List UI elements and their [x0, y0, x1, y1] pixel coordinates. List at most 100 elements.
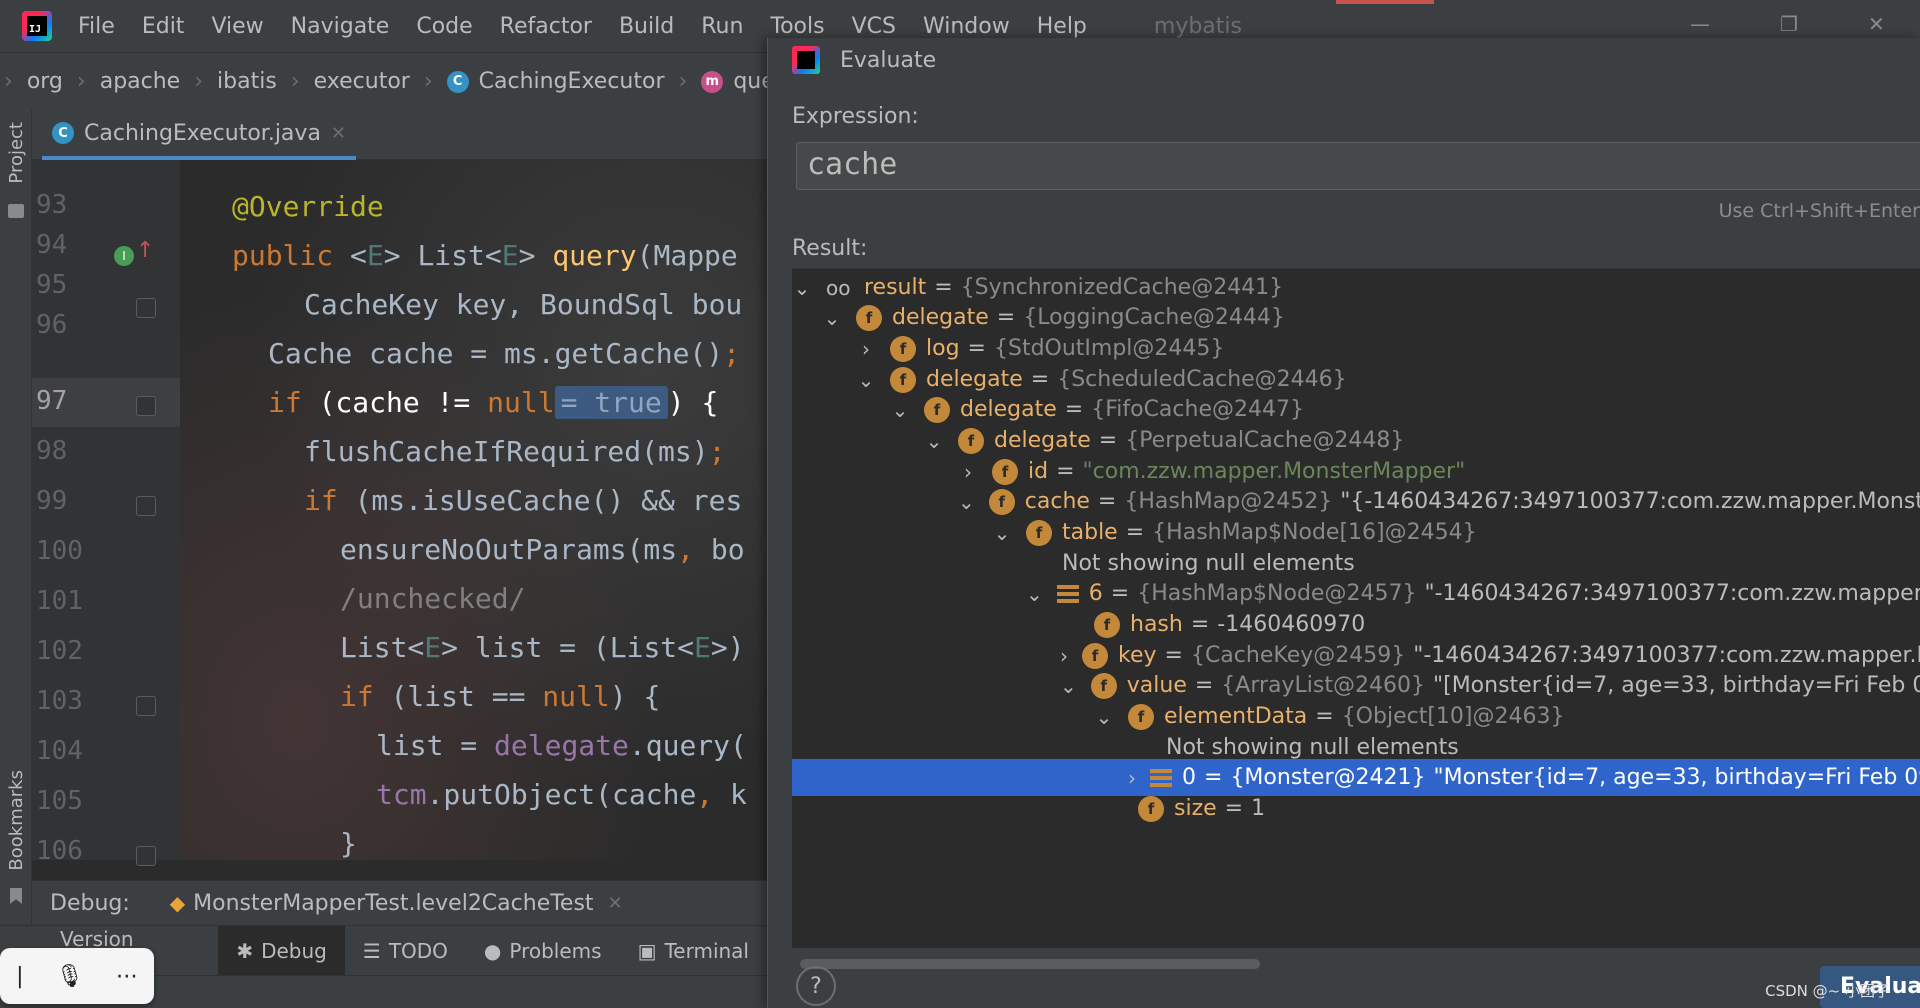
line-number: 94 — [36, 230, 68, 260]
field-icon: f — [992, 458, 1018, 485]
node-value: "[Monster{id=7, age=33, birthday=Fri Feb… — [1433, 673, 1920, 698]
breadcrumb-org[interactable]: org — [27, 69, 63, 94]
field-icon: f — [958, 427, 984, 454]
fold-icon[interactable] — [136, 846, 156, 866]
node-name: size — [1174, 796, 1217, 821]
chevron-down-icon[interactable]: ⌄ — [1094, 705, 1114, 729]
chevron-right-icon[interactable]: › — [1060, 644, 1068, 668]
close-icon[interactable]: ✕ — [1868, 12, 1885, 36]
menu-window[interactable]: Window — [923, 14, 1010, 39]
node-name: log — [926, 336, 960, 361]
node-name: delegate — [926, 367, 1023, 392]
node-type: {FifoCache@2447} — [1091, 397, 1304, 422]
line-number-current: 97 — [36, 386, 68, 416]
field-icon: f — [1026, 519, 1052, 546]
equals-sign: = — [1204, 765, 1223, 790]
dialog-title-bar[interactable]: Evaluate — [768, 38, 1920, 82]
expression-input[interactable]: cache — [796, 142, 1920, 190]
chevron-right-icon: › — [290, 69, 300, 94]
breadcrumb-executor[interactable]: executor — [314, 69, 410, 94]
result-label: Result: — [792, 236, 868, 261]
tab-debug[interactable]: ✱ Debug — [218, 925, 345, 976]
tab-caching-executor[interactable]: C CachingExecutor.java ✕ — [42, 110, 357, 160]
code-line: if (ms.isUseCache() && res — [304, 484, 743, 517]
microphone-icon[interactable]: 🎙 — [56, 964, 84, 989]
node-type: {PerpetualCache@2448} — [1125, 428, 1405, 453]
tab-problems-label: Problems — [509, 938, 602, 963]
equals-sign: = — [1125, 520, 1145, 545]
fold-icon[interactable] — [136, 496, 156, 516]
fold-icon[interactable] — [136, 696, 156, 716]
breadcrumb-ibatis[interactable]: ibatis — [217, 69, 277, 94]
tab-terminal[interactable]: ▣ Terminal — [620, 926, 767, 976]
equals-sign: = — [1056, 459, 1075, 484]
node-name: 0 — [1182, 765, 1196, 790]
menu-refactor[interactable]: Refactor — [500, 14, 592, 39]
node-name: value — [1126, 673, 1187, 698]
help-button[interactable]: ? — [796, 966, 836, 1006]
chevron-right-icon[interactable]: › — [856, 337, 876, 361]
restore-icon[interactable]: ❐ — [1780, 12, 1798, 36]
chevron-down-icon[interactable]: ⌄ — [856, 368, 876, 392]
chevron-down-icon[interactable]: ⌄ — [992, 521, 1012, 545]
menu-help[interactable]: Help — [1037, 14, 1087, 39]
fold-icon[interactable] — [136, 396, 156, 416]
tab-label: CachingExecutor.java — [84, 120, 321, 146]
code-line: CacheKey key, BoundSql bou — [304, 288, 743, 321]
menu-file[interactable]: File — [78, 14, 115, 39]
chevron-right-icon[interactable]: › — [1128, 766, 1136, 790]
equals-sign: = — [1110, 581, 1130, 606]
chevron-right-icon: › — [194, 69, 204, 94]
line-number: 106 — [36, 836, 83, 866]
implements-gutter-icon[interactable]: I — [114, 246, 134, 266]
menu-vcs[interactable]: VCS — [852, 14, 896, 39]
horizontal-scrollbar[interactable] — [800, 959, 1260, 969]
menu-navigate[interactable]: Navigate — [291, 14, 390, 39]
breadcrumb-apache[interactable]: apache — [100, 69, 181, 94]
bookmarks-tool-tab[interactable]: Bookmarks — [6, 770, 27, 871]
fold-icon[interactable] — [136, 298, 156, 318]
menu-edit[interactable]: Edit — [142, 14, 185, 39]
equals-sign: = — [996, 305, 1016, 330]
equals-sign: = — [1097, 489, 1117, 514]
project-tool-tab[interactable]: Project — [6, 122, 27, 184]
chevron-right-icon: › — [76, 69, 86, 94]
chevron-down-icon[interactable]: ⌄ — [958, 490, 975, 514]
close-tab-icon[interactable]: ✕ — [331, 123, 346, 144]
line-number: 102 — [36, 636, 83, 666]
chevron-right-icon[interactable]: › — [958, 460, 978, 484]
project-name: mybatis — [1153, 13, 1242, 39]
chevron-down-icon[interactable]: ⌄ — [924, 429, 944, 453]
debug-config-tab[interactable]: MonsterMapperTest.level2CacheTest — [193, 891, 593, 916]
menu-tools[interactable]: Tools — [770, 14, 824, 39]
override-arrow-icon[interactable]: ↑ — [136, 238, 154, 263]
list-icon: ☰ — [362, 938, 381, 963]
chevron-down-icon[interactable]: ⌄ — [822, 306, 842, 330]
node-type: {HashMap@2452} — [1124, 489, 1333, 514]
node-type: {HashMap$Node@2457} — [1137, 581, 1417, 606]
menu-code[interactable]: Code — [416, 14, 472, 39]
menu-build[interactable]: Build — [619, 14, 674, 39]
breadcrumb-class[interactable]: C CachingExecutor — [446, 69, 665, 94]
close-debug-tab-icon[interactable]: ✕ — [608, 893, 623, 914]
chevron-down-icon[interactable]: ⌄ — [890, 398, 910, 422]
chevron-down-icon[interactable]: ⌄ — [1026, 582, 1043, 606]
tab-todo[interactable]: ☰ TODO — [345, 926, 466, 976]
tab-problems[interactable]: ● Problems — [466, 926, 620, 976]
result-tree[interactable]: ⌄ oo result = {SynchronizedCache@2441} ⌄ f… — [792, 268, 1920, 948]
menu-run[interactable]: Run — [701, 14, 743, 39]
tree-row[interactable]: f size = 1 — [792, 790, 1920, 827]
code-editor[interactable]: @Override public <E> List<E> query(Mappe… — [180, 160, 767, 860]
minimize-icon[interactable]: — — [1690, 12, 1710, 36]
chevron-down-icon[interactable]: ⌄ — [792, 276, 812, 300]
equals-sign: = — [934, 275, 953, 300]
code-line: flushCacheIfRequired(ms); — [304, 435, 726, 468]
cursor-icon[interactable]: | — [16, 964, 23, 989]
active-indicator — [1336, 0, 1434, 4]
node-name: delegate — [960, 397, 1057, 422]
chevron-down-icon[interactable]: ⌄ — [1060, 674, 1077, 698]
tab-debug-label: Debug — [261, 938, 327, 963]
dialog-title: Evaluate — [840, 47, 937, 73]
menu-view[interactable]: View — [211, 14, 263, 39]
more-icon[interactable]: ⋯ — [116, 964, 138, 989]
